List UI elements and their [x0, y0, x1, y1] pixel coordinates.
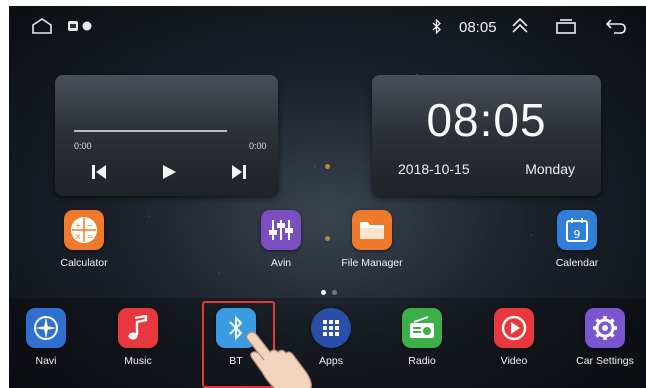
app-label: Calculator	[60, 257, 108, 269]
status-bar: 08:05	[9, 6, 646, 46]
app-label: Car Settings	[576, 355, 634, 367]
folder-icon	[352, 210, 392, 250]
app-video[interactable]: Video	[474, 308, 554, 367]
app-radio[interactable]: Radio	[382, 308, 462, 367]
page-dot[interactable]	[332, 290, 337, 295]
radio-icon	[402, 308, 442, 348]
play-icon[interactable]	[161, 164, 177, 180]
play-circle-icon	[494, 308, 534, 348]
app-car-settings[interactable]: Car Settings	[565, 308, 645, 367]
app-label: File Manager	[341, 257, 403, 269]
svg-text:=: =	[87, 232, 94, 241]
head-unit-screen: 08:05 0:00 0:00 08:05 2018-10-15 Monday …	[9, 6, 646, 388]
app-avin[interactable]: Avin	[241, 210, 321, 269]
previous-icon[interactable]	[91, 164, 107, 180]
app-label: Navi	[35, 355, 57, 367]
page-dot-active[interactable]	[321, 290, 326, 295]
pointing-hand-icon	[245, 331, 312, 388]
app-label: Avin	[270, 257, 292, 269]
music-note-icon	[118, 308, 158, 348]
gear-icon	[585, 308, 625, 348]
progress-track[interactable]	[74, 130, 227, 132]
expand-up-icon[interactable]	[511, 17, 529, 33]
app-label: Music	[124, 355, 152, 367]
recent-apps-icon[interactable]	[556, 18, 576, 34]
decor-dot	[325, 236, 330, 241]
clock-time: 08:05	[426, 94, 547, 146]
app-music[interactable]: Music	[98, 308, 178, 367]
back-icon[interactable]	[605, 18, 627, 34]
notification-icon[interactable]	[67, 20, 93, 32]
app-label: Calendar	[555, 257, 599, 269]
duration-time: 0:00	[249, 141, 267, 151]
calculator-icon: + − × =	[64, 210, 104, 250]
elapsed-time: 0:00	[74, 141, 92, 151]
svg-text:9: 9	[574, 228, 581, 241]
clock-day: Monday	[525, 161, 575, 177]
status-time: 08:05	[459, 19, 497, 36]
next-icon[interactable]	[231, 164, 247, 180]
app-calendar[interactable]: 9 Calendar	[537, 210, 617, 269]
compass-icon	[26, 308, 66, 348]
svg-text:+: +	[75, 221, 82, 230]
equalizer-icon	[261, 210, 301, 250]
decor-dot	[325, 164, 330, 169]
app-navi[interactable]: Navi	[9, 308, 86, 367]
clock-date: 2018-10-15	[398, 161, 470, 177]
svg-text:×: ×	[75, 232, 82, 241]
page-indicator	[321, 290, 341, 296]
app-file-manager[interactable]: File Manager	[332, 210, 412, 269]
svg-text:−: −	[87, 221, 94, 230]
app-label: Radio	[408, 355, 436, 367]
app-calculator[interactable]: + − × = Calculator	[44, 210, 124, 269]
home-outline-icon[interactable]	[31, 18, 53, 34]
clock-widget[interactable]: 08:05 2018-10-15 Monday	[372, 75, 601, 196]
app-label: Video	[500, 355, 528, 367]
calendar-icon: 9	[557, 210, 597, 250]
music-widget[interactable]: 0:00 0:00	[55, 75, 278, 196]
bluetooth-icon	[432, 19, 441, 34]
